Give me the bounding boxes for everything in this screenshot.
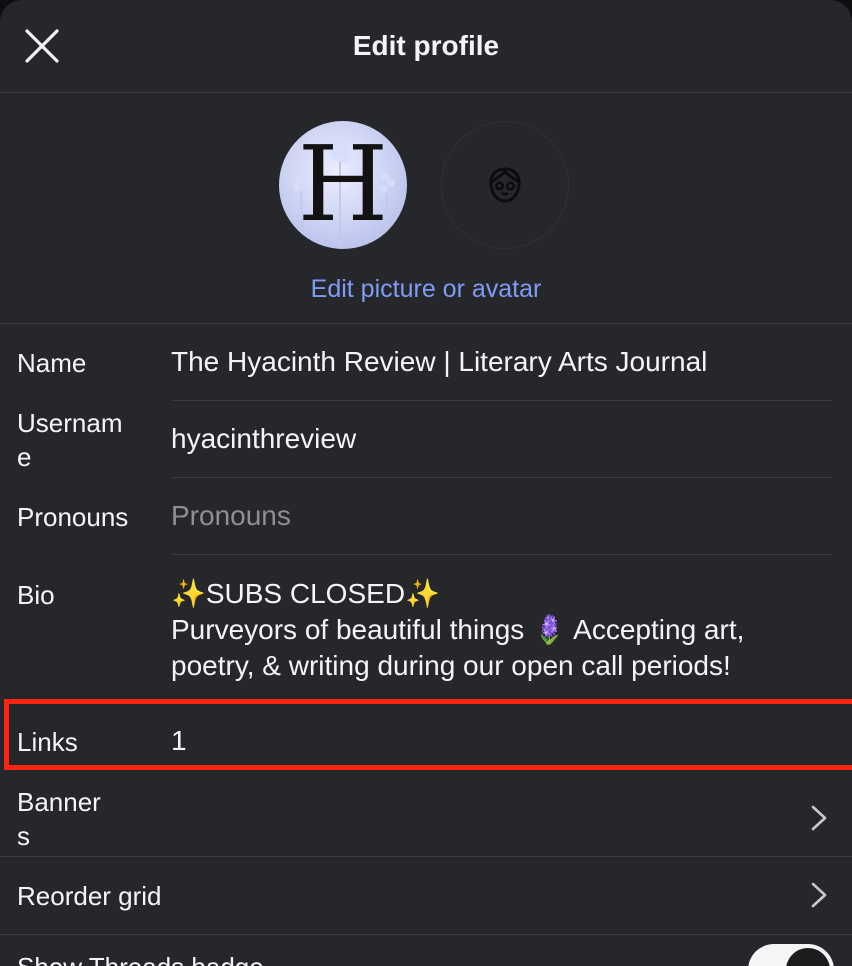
divider: [0, 934, 852, 935]
chevron-right-icon: [811, 805, 827, 831]
bio-line: poetry, & writing during our open call p…: [171, 650, 731, 681]
reorder-grid-label: Reorder grid: [17, 881, 162, 911]
banners-label: Banner s: [17, 785, 142, 853]
pronouns-field[interactable]: Pronouns: [171, 498, 821, 534]
avatar-section: H Edit picture or avatar: [0, 93, 852, 324]
username-label-line1: Usernam: [17, 408, 123, 438]
bio-label: Bio: [17, 580, 55, 610]
banners-label-line2: s: [17, 821, 30, 851]
show-threads-label: Show Threads badge: [17, 950, 417, 966]
banners-label-line1: Banner: [17, 787, 101, 817]
avatar-face-icon: [489, 167, 521, 203]
bio-line: ✨SUBS CLOSED✨: [171, 578, 440, 609]
chevron-right-icon: [811, 882, 827, 908]
avatar-monogram: H: [297, 123, 389, 245]
edit-picture-link[interactable]: Edit picture or avatar: [0, 275, 852, 304]
show-threads-toggle[interactable]: [748, 944, 834, 966]
toggle-knob: [786, 948, 830, 966]
username-label-line2: e: [17, 442, 32, 472]
pronouns-label: Pronouns: [17, 502, 129, 532]
bio-field[interactable]: ✨SUBS CLOSED✨ Purveyors of beautiful thi…: [171, 576, 821, 684]
name-field[interactable]: The Hyacinth Review | Literary Arts Jour…: [171, 344, 821, 380]
avatar-option[interactable]: [441, 121, 569, 249]
header: Edit profile: [0, 0, 852, 93]
profile-picture[interactable]: H: [279, 121, 407, 249]
bio-line: Purveyors of beautiful things 🪻 Acceptin…: [171, 614, 745, 645]
username-label: Usernam e: [17, 406, 142, 474]
name-label: Name: [17, 348, 87, 378]
username-field[interactable]: hyacinthreview: [171, 421, 821, 457]
edit-profile-sheet: Edit profile H Edit picture or avatar Na…: [0, 0, 852, 966]
page-title: Edit profile: [352, 30, 500, 61]
highlight-box: [4, 699, 852, 770]
